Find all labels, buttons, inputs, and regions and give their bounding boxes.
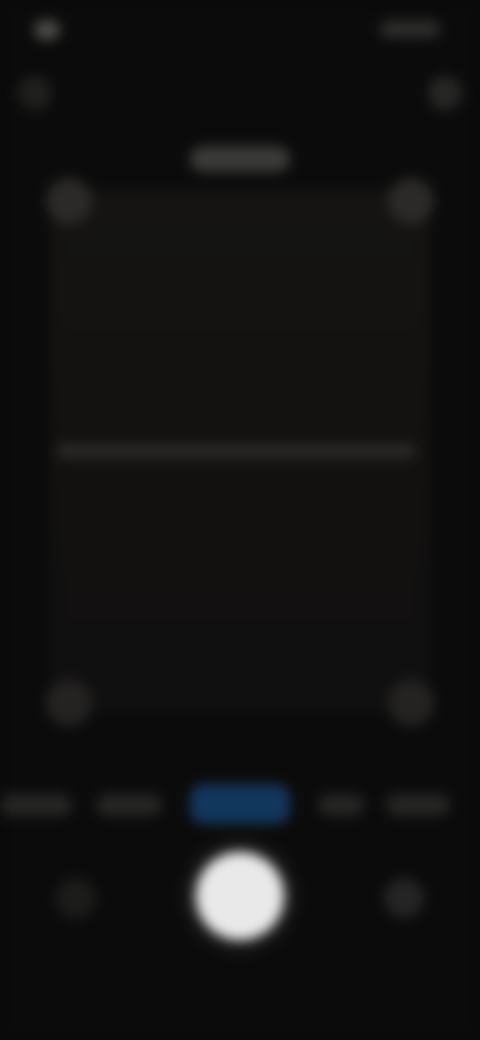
camera-screen [0, 0, 480, 1040]
viewfinder-corner-top-right [388, 178, 434, 224]
viewfinder-title [190, 146, 290, 172]
gallery-icon[interactable] [56, 878, 96, 918]
scan-line [56, 444, 416, 458]
viewfinder-corner-bottom-right [388, 680, 434, 726]
viewfinder-corner-bottom-left [46, 680, 92, 726]
shutter-button[interactable] [196, 852, 284, 940]
switch-camera-icon[interactable] [384, 878, 424, 918]
status-dot [34, 20, 60, 40]
settings-icon[interactable] [428, 76, 462, 110]
camera-controls [0, 840, 480, 960]
viewfinder-corner-top-left [46, 178, 92, 224]
mode-item-2[interactable] [96, 794, 162, 816]
status-bar [0, 0, 480, 60]
flash-icon[interactable] [18, 76, 52, 110]
status-indicators [380, 20, 440, 38]
mode-item-1[interactable] [0, 794, 72, 816]
mode-item-4[interactable] [318, 794, 364, 816]
mode-item-5[interactable] [386, 794, 450, 816]
mode-strip [0, 780, 480, 830]
mode-item-active[interactable] [190, 784, 290, 824]
status-left [28, 16, 118, 40]
